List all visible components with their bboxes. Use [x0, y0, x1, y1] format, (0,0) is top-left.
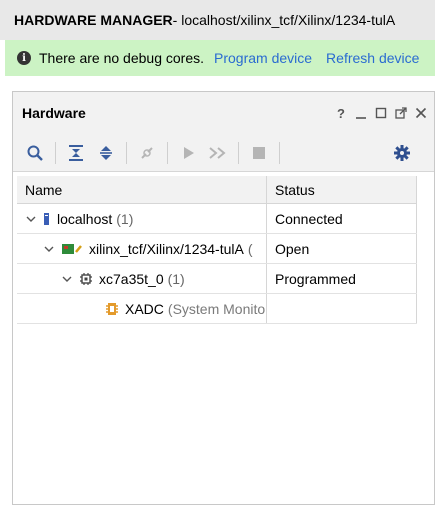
- program-device-link[interactable]: Program device: [214, 50, 312, 66]
- name-cell: xc7a35t_0 (1): [17, 264, 267, 293]
- row-name: xc7a35t_0: [99, 270, 164, 287]
- row-count: (1): [167, 270, 185, 287]
- table-header: Name Status: [17, 176, 417, 204]
- panel-controls: ?: [334, 106, 428, 121]
- sysmon-icon: [105, 302, 119, 316]
- chip-icon: [79, 272, 93, 286]
- name-cell: xilinx_tcf/Xilinx/1234-tulA (: [17, 234, 267, 263]
- row-extra: (System Monitor): [167, 300, 267, 317]
- expand-all-icon[interactable]: [94, 141, 118, 165]
- float-icon[interactable]: [394, 106, 408, 120]
- maximize-icon[interactable]: [374, 106, 388, 120]
- run-trigger-icon: [176, 141, 200, 165]
- toolbar-separator: [126, 141, 127, 164]
- row-name: xilinx_tcf/Xilinx/1234-tulA: [89, 240, 244, 257]
- debug-cores-banner: i There are no debug cores. Program devi…: [5, 40, 435, 76]
- table-row[interactable]: XADC (System Monitor): [17, 294, 417, 324]
- board-icon: [61, 242, 83, 256]
- hardware-tree-table: Name Status localhost (1) Connected xili…: [17, 176, 417, 324]
- page-title: HARDWARE MANAGER: [14, 12, 173, 28]
- name-cell: localhost (1): [17, 204, 267, 233]
- panel-title: Hardware: [22, 105, 86, 121]
- search-icon[interactable]: [23, 141, 47, 165]
- info-icon: i: [17, 51, 31, 65]
- toolbar-separator: [279, 141, 280, 164]
- help-icon[interactable]: ?: [334, 106, 348, 121]
- toolbar-separator: [55, 141, 56, 164]
- toolbar-separator: [238, 141, 239, 164]
- hardware-manager-header: HARDWARE MANAGER - localhost/xilinx_tcf/…: [0, 0, 435, 40]
- panel-title-bar: Hardware ?: [13, 92, 434, 134]
- chevron-down-icon[interactable]: [61, 273, 73, 285]
- hardware-toolbar: [13, 134, 434, 172]
- stop-trigger-icon: [247, 141, 271, 165]
- row-count: (: [247, 240, 253, 257]
- gear-icon[interactable]: [390, 141, 414, 165]
- table-row[interactable]: localhost (1) Connected: [17, 204, 417, 234]
- banner-message: There are no debug cores.: [39, 50, 204, 66]
- collapse-all-icon[interactable]: [64, 141, 88, 165]
- table-row[interactable]: xc7a35t_0 (1) Programmed: [17, 264, 417, 294]
- row-status: Open: [267, 234, 417, 263]
- row-count: (1): [116, 210, 134, 227]
- target-path: - localhost/xilinx_tcf/Xilinx/1234-tulA: [172, 12, 396, 28]
- auto-connect-icon: [135, 141, 159, 165]
- server-icon: [43, 212, 51, 226]
- hardware-panel: Hardware ? Name Status localhost (1) Con…: [12, 91, 435, 505]
- row-name: XADC: [125, 300, 164, 317]
- row-status: [267, 294, 417, 323]
- row-name: localhost: [57, 210, 113, 227]
- toolbar-separator: [167, 141, 168, 164]
- refresh-device-link[interactable]: Refresh device: [326, 50, 419, 66]
- run-trigger-immediate-icon: [206, 141, 230, 165]
- name-cell: XADC (System Monitor): [17, 294, 267, 323]
- row-status: Programmed: [267, 264, 417, 293]
- minimize-icon[interactable]: [354, 106, 368, 120]
- table-row[interactable]: xilinx_tcf/Xilinx/1234-tulA ( Open: [17, 234, 417, 264]
- chevron-down-icon[interactable]: [25, 213, 37, 225]
- row-status: Connected: [267, 204, 417, 233]
- column-header-status[interactable]: Status: [267, 176, 417, 203]
- chevron-down-icon[interactable]: [43, 243, 55, 255]
- column-header-name[interactable]: Name: [17, 176, 267, 203]
- close-icon[interactable]: [414, 106, 428, 120]
